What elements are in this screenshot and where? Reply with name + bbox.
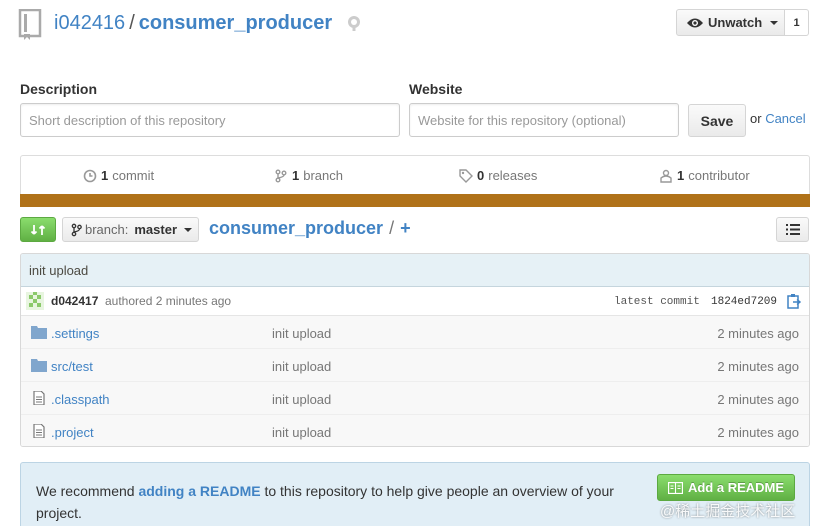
- file-text-icon: [33, 424, 45, 438]
- organization-icon: [660, 169, 672, 183]
- file-age: 2 minutes ago: [717, 392, 799, 407]
- file-age: 2 minutes ago: [717, 425, 799, 440]
- file-age: 2 minutes ago: [717, 359, 799, 374]
- add-readme-link[interactable]: adding a README: [138, 483, 260, 499]
- branches-count: 1: [292, 168, 300, 183]
- compare-button[interactable]: [20, 217, 56, 242]
- file-commit-message[interactable]: init upload: [272, 425, 331, 440]
- file-text-icon: [33, 391, 45, 405]
- avatar[interactable]: [26, 292, 44, 310]
- breadcrumb: consumer_producer / +: [209, 218, 411, 239]
- tag-icon: [459, 168, 473, 183]
- commits-count: 1: [101, 168, 109, 183]
- compare-icon: [30, 224, 46, 235]
- chevron-down-icon: [770, 20, 779, 25]
- save-button[interactable]: Save: [688, 104, 746, 137]
- releases-stat[interactable]: 0 releases: [459, 168, 537, 183]
- unwatch-button[interactable]: Unwatch: [676, 9, 785, 36]
- new-file-link[interactable]: +: [400, 218, 411, 238]
- language-bar[interactable]: [20, 194, 810, 207]
- repo-icon: [18, 9, 42, 40]
- file-name-link[interactable]: .classpath: [51, 392, 110, 407]
- add-readme-label: Add a README: [687, 480, 785, 495]
- book-icon: [667, 481, 683, 494]
- eye-icon: [687, 18, 703, 27]
- history-icon: [83, 169, 97, 182]
- contributors-count: 1: [677, 168, 685, 183]
- latest-commit-message[interactable]: init upload: [21, 254, 809, 287]
- commit-authored-time: authored 2 minutes ago: [105, 294, 232, 308]
- branch-label: branch:: [85, 222, 129, 237]
- releases-label: releases: [488, 168, 538, 183]
- file-commit-message[interactable]: init upload: [272, 392, 331, 407]
- file-row[interactable]: .settings init upload 2 minutes ago: [21, 316, 809, 349]
- or-label: or: [750, 111, 762, 126]
- mirror-icon: [348, 16, 360, 31]
- repo-header: i042416/consumer_producer Unwatch 1: [0, 0, 819, 52]
- branch-select-button[interactable]: branch: master: [62, 217, 199, 242]
- or-cancel-text: or Cancel: [750, 111, 806, 126]
- contributors-label: contributor: [688, 168, 750, 183]
- file-name-link[interactable]: .project: [51, 425, 94, 440]
- file-row[interactable]: src/test init upload 2 minutes ago: [21, 349, 809, 382]
- list-icon: [785, 224, 800, 235]
- file-name-link[interactable]: src/test: [51, 359, 93, 374]
- latest-commit-label: latest commit: [614, 296, 700, 308]
- watermark-text: @稀土掘金技术社区: [660, 503, 796, 520]
- website-input[interactable]: [409, 103, 679, 137]
- website-label: Website: [409, 81, 463, 97]
- file-name-link[interactable]: .settings: [51, 326, 99, 341]
- repo-title: i042416/consumer_producer: [54, 12, 332, 35]
- branches-label: branch: [303, 168, 343, 183]
- repo-title-separator: /: [129, 12, 135, 34]
- releases-count: 0: [477, 168, 485, 183]
- file-list-toggle-button[interactable]: [776, 217, 809, 242]
- folder-icon: [31, 359, 47, 372]
- cancel-link[interactable]: Cancel: [765, 111, 805, 126]
- file-table: init upload d042417 authored 2 minutes a…: [20, 253, 810, 447]
- file-commit-message[interactable]: init upload: [272, 359, 331, 374]
- readme-recommendation: We recommend adding a README to this rep…: [36, 480, 636, 524]
- commit-author-link[interactable]: d042417: [51, 294, 98, 308]
- breadcrumb-repo-link[interactable]: consumer_producer: [209, 218, 383, 238]
- file-commit-message[interactable]: init upload: [272, 326, 331, 341]
- branch-icon: [275, 169, 287, 182]
- branch-name: master: [134, 222, 178, 237]
- watch-group: Unwatch 1: [676, 9, 809, 36]
- folder-icon: [31, 326, 47, 339]
- unwatch-label: Unwatch: [708, 15, 763, 30]
- commits-stat[interactable]: 1 commit: [83, 168, 154, 183]
- branches-stat[interactable]: 1 branch: [274, 168, 343, 183]
- contributors-stat[interactable]: 1 contributor: [659, 168, 750, 183]
- branch-icon: [71, 223, 82, 236]
- commit-meta: d042417 authored 2 minutes ago latest co…: [21, 287, 809, 316]
- watchers-count[interactable]: 1: [785, 9, 809, 36]
- breadcrumb-separator: /: [389, 218, 395, 238]
- description-input[interactable]: [20, 103, 400, 137]
- repo-name-link[interactable]: consumer_producer: [139, 12, 332, 34]
- add-readme-button[interactable]: Add a README: [657, 474, 795, 501]
- commit-sha-link[interactable]: 1824ed7209: [711, 296, 777, 308]
- chevron-down-icon: [184, 227, 193, 232]
- description-label: Description: [20, 81, 98, 97]
- repo-owner-link[interactable]: i042416: [54, 12, 125, 34]
- file-row[interactable]: .classpath init upload 2 minutes ago: [21, 382, 809, 415]
- clipboard-icon[interactable]: [787, 293, 801, 309]
- file-age: 2 minutes ago: [717, 326, 799, 341]
- readme-text-before: We recommend: [36, 483, 139, 499]
- file-row[interactable]: .project init upload 2 minutes ago: [21, 415, 809, 446]
- commits-label: commit: [112, 168, 155, 183]
